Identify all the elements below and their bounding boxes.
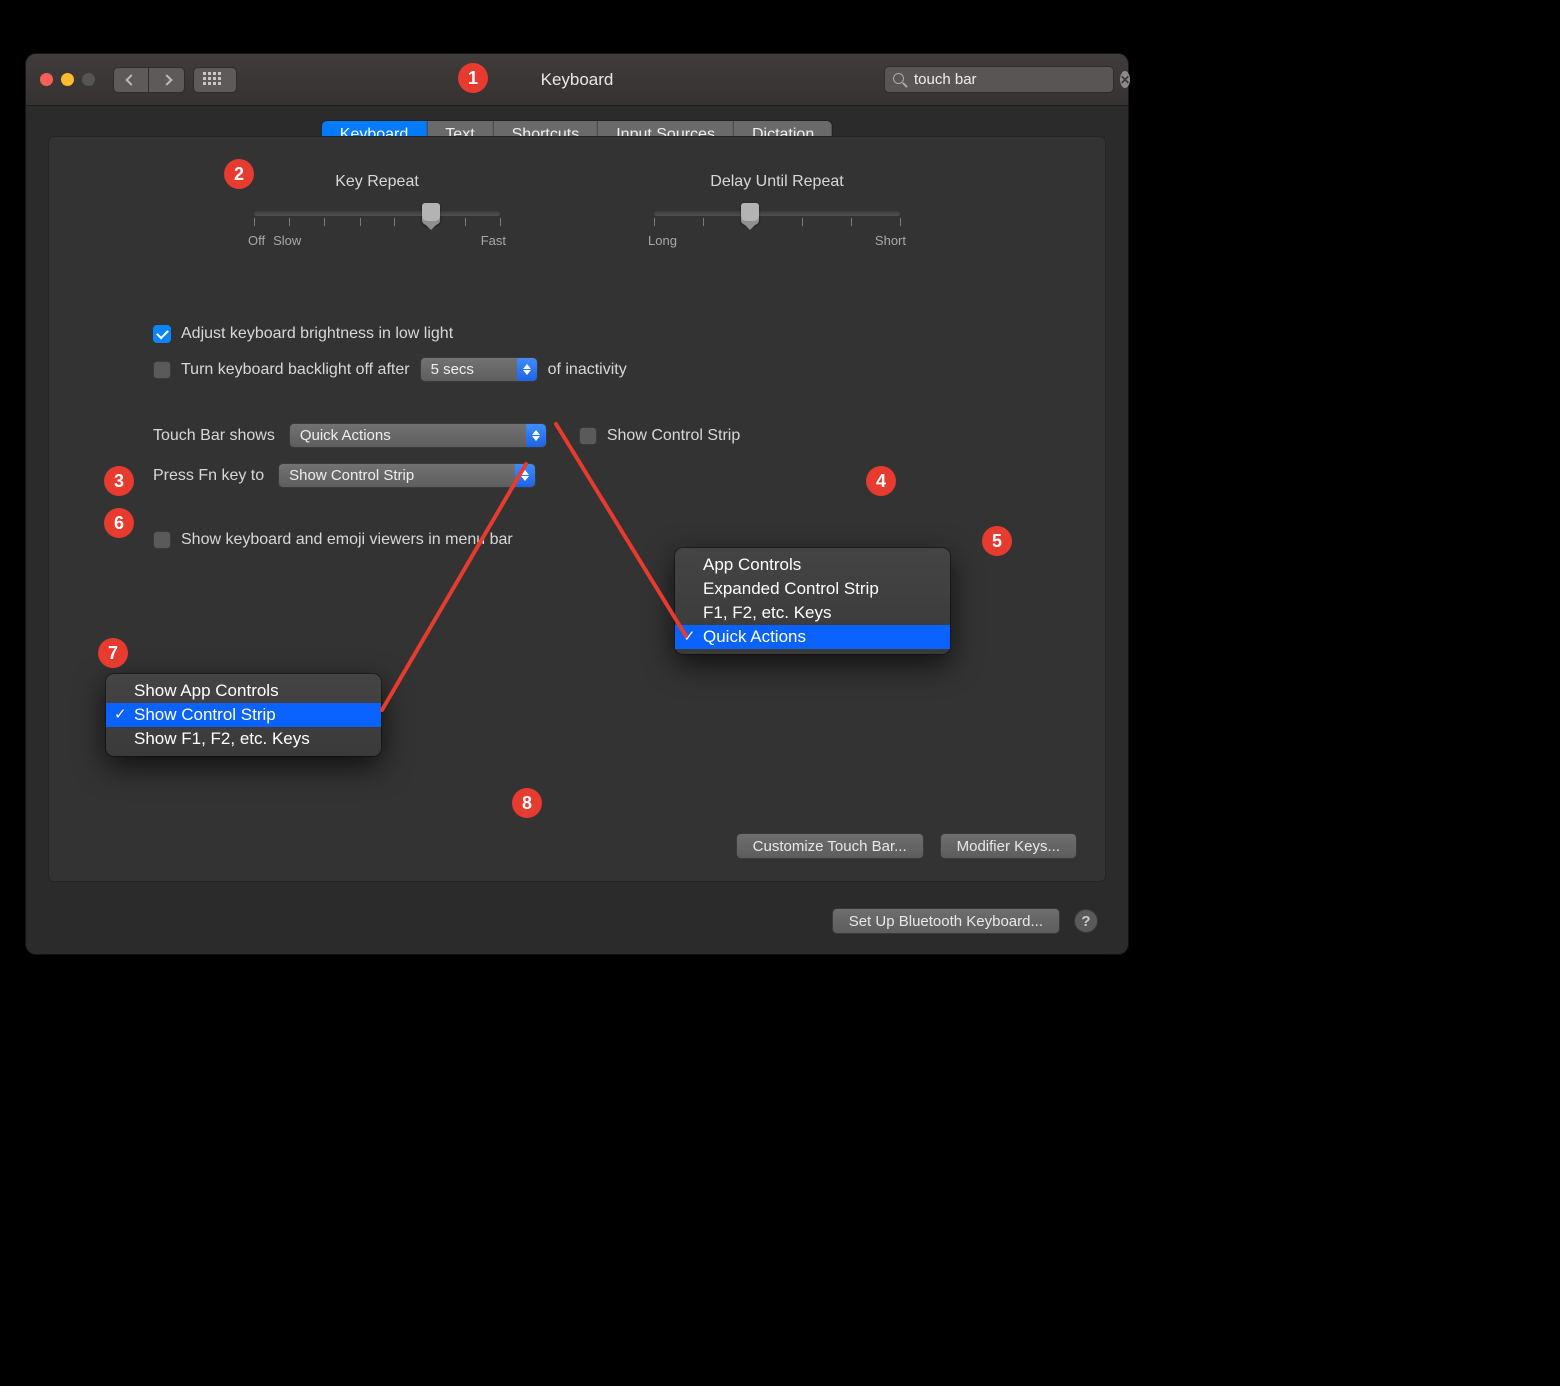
press-fn-value: Show Control Strip <box>289 467 414 484</box>
key-repeat-group: Key Repeat <box>242 173 512 248</box>
press-fn-row: Press Fn key to Show Control Strip <box>153 463 536 488</box>
search-field[interactable]: ✕ <box>884 66 1114 93</box>
forward-button[interactable] <box>149 67 185 93</box>
press-fn-menu[interactable]: Show App Controls Show Control Strip Sho… <box>106 674 381 756</box>
press-fn-select[interactable]: Show Control Strip <box>278 463 536 488</box>
touch-bar-shows-menu[interactable]: App Controls Expanded Control Strip F1, … <box>675 548 950 654</box>
touch-bar-shows-select[interactable]: Quick Actions <box>289 423 547 448</box>
clear-search-icon[interactable]: ✕ <box>1120 71 1130 88</box>
backlight-off-value: 5 secs <box>431 361 474 378</box>
window-bottom-row: Set Up Bluetooth Keyboard... ? <box>832 908 1098 934</box>
key-repeat-slider[interactable] <box>254 199 500 229</box>
delay-repeat-group: Delay Until Repeat Long Short <box>642 173 912 248</box>
customize-touch-bar-button[interactable]: Customize Touch Bar... <box>736 833 924 859</box>
chevron-right-icon <box>161 74 172 85</box>
key-repeat-label: Key Repeat <box>242 173 512 191</box>
zoom-icon[interactable] <box>82 73 95 86</box>
content-area: Keyboard Text Shortcuts Input Sources Di… <box>26 106 1128 954</box>
search-icon <box>893 73 907 87</box>
minimize-icon[interactable] <box>61 73 74 86</box>
show-control-strip-label: Show Control Strip <box>607 427 740 445</box>
panel-buttons: Customize Touch Bar... Modifier Keys... <box>736 833 1077 859</box>
annotation-badge-5: 5 <box>982 526 1012 556</box>
show-viewers-checkbox[interactable] <box>153 531 171 549</box>
delay-repeat-left-label: Long <box>648 233 677 248</box>
annotation-badge-8: 8 <box>512 788 542 818</box>
delay-repeat-slider[interactable] <box>654 199 900 229</box>
close-icon[interactable] <box>40 73 53 86</box>
show-control-strip-checkbox[interactable] <box>579 427 597 445</box>
menu-item-app-controls[interactable]: App Controls <box>675 553 950 577</box>
delay-repeat-label: Delay Until Repeat <box>642 173 912 191</box>
menu-item-show-control-strip[interactable]: Show Control Strip <box>106 703 381 727</box>
settings-panel: Key Repeat <box>48 136 1106 882</box>
annotation-badge-4: 4 <box>866 466 896 496</box>
menu-item-expanded-control-strip[interactable]: Expanded Control Strip <box>675 577 950 601</box>
key-repeat-thumb[interactable] <box>422 203 440 225</box>
adjust-brightness-checkbox[interactable] <box>153 325 171 343</box>
annotation-badge-3: 3 <box>104 466 134 496</box>
menu-item-quick-actions[interactable]: Quick Actions <box>675 625 950 649</box>
stepper-icon <box>526 424 546 447</box>
adjust-brightness-row: Adjust keyboard brightness in low light <box>153 325 453 343</box>
backlight-off-row: Turn keyboard backlight off after 5 secs… <box>153 357 627 382</box>
back-button[interactable] <box>113 67 149 93</box>
touch-bar-shows-label: Touch Bar shows <box>153 427 275 445</box>
delay-repeat-thumb[interactable] <box>741 203 759 225</box>
annotation-badge-6: 6 <box>104 508 134 538</box>
nav-buttons <box>113 67 185 93</box>
window-title: Keyboard <box>541 70 614 90</box>
chevron-left-icon <box>125 74 136 85</box>
annotation-badge-1: 1 <box>458 63 488 93</box>
key-repeat-left-label: Off <box>248 233 265 248</box>
help-button[interactable]: ? <box>1074 909 1098 933</box>
annotation-badge-2: 2 <box>224 159 254 189</box>
touch-bar-shows-row: Touch Bar shows Quick Actions Show Contr… <box>153 423 740 448</box>
setup-bluetooth-button[interactable]: Set Up Bluetooth Keyboard... <box>832 908 1060 934</box>
backlight-off-label-before: Turn keyboard backlight off after <box>181 361 410 379</box>
adjust-brightness-label: Adjust keyboard brightness in low light <box>181 325 453 343</box>
menu-item-show-app-controls[interactable]: Show App Controls <box>106 679 381 703</box>
menu-item-f1-f2-keys[interactable]: F1, F2, etc. Keys <box>675 601 950 625</box>
modifier-keys-button[interactable]: Modifier Keys... <box>940 833 1077 859</box>
titlebar: Keyboard ✕ <box>26 54 1128 106</box>
menu-item-show-f1-f2-keys[interactable]: Show F1, F2, etc. Keys <box>106 727 381 751</box>
stepper-icon <box>515 464 535 487</box>
show-viewers-label: Show keyboard and emoji viewers in menu … <box>181 531 513 549</box>
show-all-button[interactable] <box>193 67 237 93</box>
sliders-row: Key Repeat <box>49 173 1105 248</box>
key-repeat-right-label: Fast <box>481 233 506 248</box>
stepper-icon <box>517 358 537 381</box>
backlight-off-label-after: of inactivity <box>548 361 627 379</box>
key-repeat-left-label2: Slow <box>273 233 301 248</box>
press-fn-label: Press Fn key to <box>153 467 264 485</box>
backlight-off-select[interactable]: 5 secs <box>420 357 538 382</box>
search-input[interactable] <box>914 71 1113 88</box>
delay-repeat-right-label: Short <box>875 233 906 248</box>
window-controls <box>40 73 95 86</box>
preferences-window: Keyboard ✕ Keyboard Text Shortcuts Input… <box>26 54 1128 954</box>
backlight-off-checkbox[interactable] <box>153 361 171 379</box>
annotation-badge-7: 7 <box>98 638 128 668</box>
touch-bar-shows-value: Quick Actions <box>300 427 391 444</box>
show-viewers-row: Show keyboard and emoji viewers in menu … <box>153 531 513 549</box>
grid-icon <box>203 72 227 88</box>
